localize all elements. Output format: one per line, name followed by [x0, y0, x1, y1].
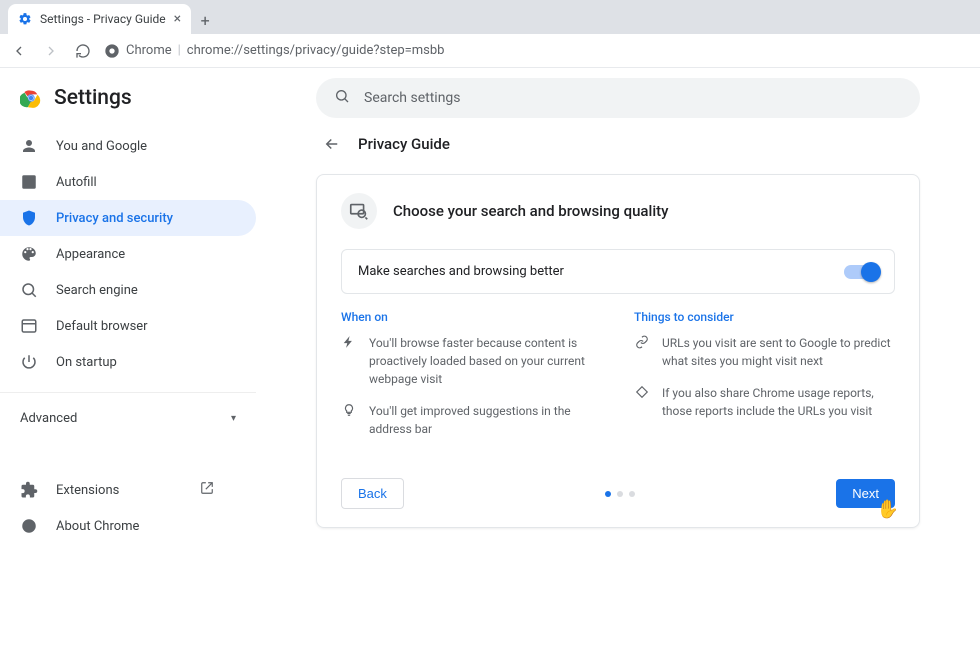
- gear-icon: [18, 12, 32, 26]
- chrome-icon: [104, 43, 120, 59]
- when-on-item: You'll browse faster because content is …: [369, 334, 602, 388]
- link-icon: [634, 334, 650, 350]
- search-settings-input[interactable]: Search settings: [316, 78, 920, 118]
- when-on-heading: When on: [341, 310, 602, 324]
- search-icon: [20, 281, 38, 299]
- when-on-item: You'll get improved suggestions in the a…: [369, 402, 602, 438]
- toggle-label: Make searches and browsing better: [358, 264, 564, 279]
- sidebar-advanced-toggle[interactable]: Advanced ▾: [0, 392, 256, 444]
- address-separator: |: [178, 43, 181, 58]
- back-arrow-button[interactable]: [322, 134, 342, 154]
- form-icon: [20, 173, 38, 191]
- page-title: Settings: [54, 86, 132, 110]
- power-icon: [20, 353, 38, 371]
- sidebar-item-label: On startup: [56, 355, 117, 370]
- step-dot-active: [605, 491, 611, 497]
- sidebar-item-autofill[interactable]: Autofill: [0, 164, 256, 200]
- sidebar-item-label: You and Google: [56, 139, 147, 154]
- palette-icon: [20, 245, 38, 263]
- breadcrumb-title: Privacy Guide: [358, 135, 450, 153]
- sidebar-item-label: Appearance: [56, 247, 125, 262]
- step-dot: [617, 491, 623, 497]
- consider-item: If you also share Chrome usage reports, …: [662, 384, 895, 420]
- next-button[interactable]: Next ✋: [836, 479, 895, 508]
- chrome-small-icon: [20, 517, 38, 535]
- sidebar-item-default-browser[interactable]: Default browser: [0, 308, 256, 344]
- window-icon: [20, 317, 38, 335]
- sidebar-item-label: Privacy and security: [56, 211, 173, 226]
- bulb-icon: [341, 402, 357, 418]
- browser-tab[interactable]: Settings - Privacy Guide ×: [8, 4, 191, 34]
- step-indicator: [605, 491, 635, 497]
- sidebar-item-label: Default browser: [56, 319, 148, 334]
- open-external-icon: [200, 481, 214, 499]
- cursor-icon: ✋: [877, 499, 899, 520]
- tab-title: Settings - Privacy Guide: [40, 12, 166, 26]
- chrome-logo-icon: [20, 87, 42, 109]
- toggle-switch[interactable]: [844, 265, 878, 279]
- puzzle-icon: [20, 481, 38, 499]
- advanced-label: Advanced: [20, 411, 77, 426]
- sidebar-item-search-engine[interactable]: Search engine: [0, 272, 256, 308]
- sidebar-item-label: Autofill: [56, 175, 97, 190]
- search-icon: [334, 88, 350, 108]
- address-scheme: Chrome: [126, 43, 172, 58]
- shield-icon: [20, 209, 38, 227]
- sidebar-item-label: Extensions: [56, 483, 119, 498]
- tab-strip: Settings - Privacy Guide × +: [0, 0, 980, 34]
- address-path: chrome://settings/privacy/guide?step=msb…: [187, 43, 445, 58]
- toolbar: Chrome | chrome://settings/privacy/guide…: [0, 34, 980, 68]
- search-placeholder: Search settings: [364, 90, 461, 106]
- back-button[interactable]: Back: [341, 478, 404, 509]
- sidebar-item-you-and-google[interactable]: You and Google: [0, 128, 256, 164]
- nav-back-button[interactable]: [8, 40, 30, 62]
- sidebar-item-on-startup[interactable]: On startup: [0, 344, 256, 380]
- consider-item: URLs you visit are sent to Google to pre…: [662, 334, 895, 370]
- address-bar[interactable]: Chrome | chrome://settings/privacy/guide…: [104, 43, 972, 59]
- person-icon: [20, 137, 38, 155]
- sidebar-item-about-chrome[interactable]: About Chrome: [0, 508, 256, 544]
- new-tab-button[interactable]: +: [191, 6, 219, 34]
- close-icon[interactable]: ×: [174, 11, 181, 27]
- browsing-quality-icon: [341, 193, 377, 229]
- sidebar-item-appearance[interactable]: Appearance: [0, 236, 256, 272]
- nav-reload-button[interactable]: [72, 40, 94, 62]
- chevron-down-icon: ▾: [231, 413, 236, 424]
- sidebar-item-extensions[interactable]: Extensions: [0, 472, 256, 508]
- things-to-consider-heading: Things to consider: [634, 310, 895, 324]
- nav-forward-button[interactable]: [40, 40, 62, 62]
- step-dot: [629, 491, 635, 497]
- sidebar-item-label: Search engine: [56, 283, 138, 298]
- privacy-guide-card: Choose your search and browsing quality …: [316, 174, 920, 528]
- make-searches-better-toggle-row[interactable]: Make searches and browsing better: [341, 249, 895, 294]
- sidebar-item-privacy-security[interactable]: Privacy and security: [0, 200, 256, 236]
- sidebar-item-label: About Chrome: [56, 519, 139, 534]
- bolt-icon: [341, 334, 357, 350]
- card-title: Choose your search and browsing quality: [393, 202, 668, 220]
- diamond-icon: [634, 384, 650, 400]
